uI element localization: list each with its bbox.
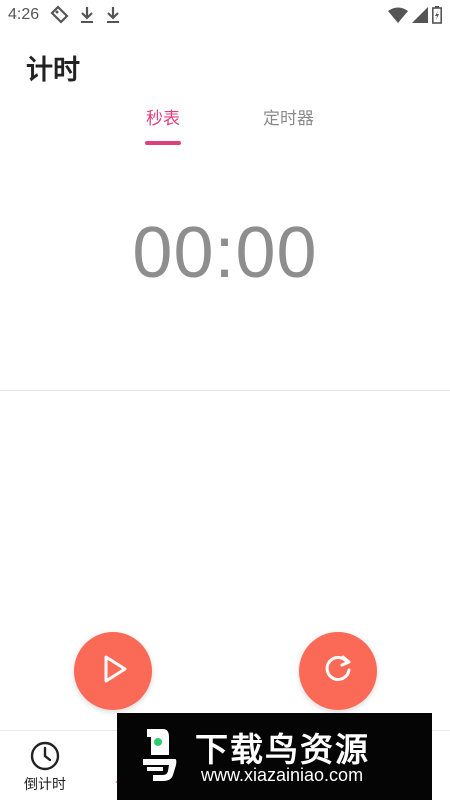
stopwatch-display: 00:00 xyxy=(132,213,318,293)
watermark-url: www.xiazainiao.com xyxy=(201,765,364,785)
play-icon xyxy=(95,651,131,691)
watermark-title: 下载鸟资源 xyxy=(195,730,370,769)
battery-icon xyxy=(432,6,442,24)
start-button[interactable] xyxy=(74,632,152,710)
status-time: 4:26 xyxy=(8,6,40,23)
reset-icon xyxy=(320,651,356,691)
status-bar: 4:26 xyxy=(0,0,450,30)
page-title: 计时 xyxy=(26,55,80,86)
clock-icon xyxy=(29,740,61,772)
tab-indicator xyxy=(145,141,181,145)
wifi-icon xyxy=(388,7,408,23)
divider xyxy=(0,390,450,391)
status-right xyxy=(388,6,442,24)
bird-logo-icon xyxy=(133,725,183,783)
download-icon xyxy=(105,6,121,24)
tag-icon xyxy=(49,5,69,25)
download-icon xyxy=(79,6,95,24)
reset-button[interactable] xyxy=(299,632,377,710)
status-left: 4:26 xyxy=(8,5,121,25)
tab-stopwatch[interactable]: 秒表 xyxy=(146,104,180,129)
nav-label-countdown: 倒计时 xyxy=(24,777,66,793)
signal-icon xyxy=(412,7,428,23)
tab-timer[interactable]: 定时器 xyxy=(263,104,314,129)
watermark-banner: 下载鸟资源 www.xiazainiao.com xyxy=(117,713,432,800)
